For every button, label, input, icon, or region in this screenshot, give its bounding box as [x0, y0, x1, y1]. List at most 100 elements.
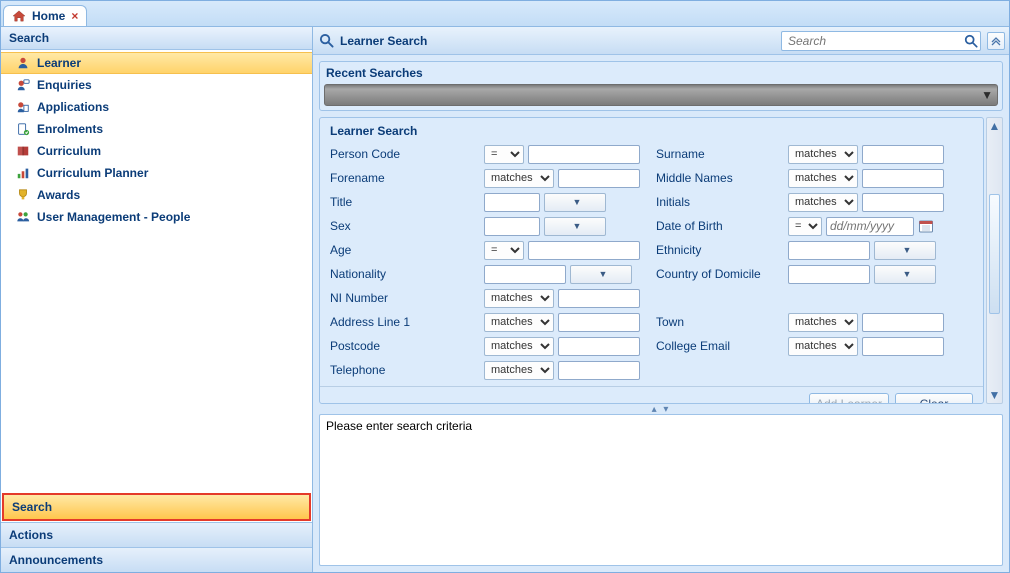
recent-searches-label: Recent Searches	[324, 66, 998, 84]
scroll-down-icon[interactable]: ▼	[987, 387, 1002, 403]
surname-label: Surname	[648, 147, 784, 161]
sidebar-item-label: Curriculum Planner	[37, 166, 148, 180]
title-lookup[interactable]: ▼	[544, 193, 606, 212]
tab-home-label: Home	[32, 9, 65, 23]
surname-op[interactable]: matches	[788, 145, 858, 164]
ni-number-op[interactable]: matches	[484, 289, 554, 308]
nationality-lookup[interactable]: ▼	[570, 265, 632, 284]
sidebar-item-enrolments[interactable]: Enrolments	[1, 118, 312, 140]
forename-label: Forename	[330, 171, 480, 185]
town-op[interactable]: matches	[788, 313, 858, 332]
address-line1-op[interactable]: matches	[484, 313, 554, 332]
home-icon	[12, 10, 26, 22]
town-label: Town	[648, 315, 784, 329]
sidebar-item-curriculum-planner[interactable]: Curriculum Planner	[1, 162, 312, 184]
college-email-label: College Email	[648, 339, 784, 353]
sidebar-item-label: Awards	[37, 188, 80, 202]
application-window: Home × Search Learner Enquiries Applicatio…	[0, 0, 1010, 573]
quick-search-go-icon[interactable]	[964, 34, 978, 48]
sidebar-item-applications[interactable]: Applications	[1, 96, 312, 118]
postcode-label: Postcode	[330, 339, 480, 353]
person-code-op[interactable]: =	[484, 145, 524, 164]
chevron-down-icon: ▼	[903, 245, 912, 255]
accordion: Search Actions Announcements	[1, 492, 312, 572]
sidebar-item-enquiries[interactable]: Enquiries	[1, 74, 312, 96]
recent-searches-dropdown[interactable]: ▼	[324, 84, 998, 106]
nationality-field[interactable]	[484, 265, 566, 284]
initials-op[interactable]: matches	[788, 193, 858, 212]
forename-field[interactable]	[558, 169, 640, 188]
accordion-announcements[interactable]: Announcements	[1, 547, 312, 572]
scroll-thumb[interactable]	[989, 194, 1000, 314]
address-line1-field[interactable]	[558, 313, 640, 332]
award-icon	[15, 187, 31, 203]
telephone-op[interactable]: matches	[484, 361, 554, 380]
town-field[interactable]	[862, 313, 944, 332]
sidebar-item-user-management[interactable]: User Management - People	[1, 206, 312, 228]
recent-searches-panel: Recent Searches ▼	[319, 61, 1003, 111]
chevron-down-icon: ▼	[573, 197, 582, 207]
add-learner-button[interactable]: Add Learner	[809, 393, 889, 404]
forename-op[interactable]: matches	[484, 169, 554, 188]
accordion-search[interactable]: Search	[2, 493, 311, 521]
sidebar-item-awards[interactable]: Awards	[1, 184, 312, 206]
sex-lookup[interactable]: ▼	[544, 217, 606, 236]
telephone-label: Telephone	[330, 363, 480, 377]
age-field[interactable]	[528, 241, 640, 260]
chevron-down-icon: ▼	[573, 221, 582, 231]
tab-close-icon[interactable]: ×	[71, 9, 78, 23]
ethnicity-field[interactable]	[788, 241, 870, 260]
sidebar-item-label: Learner	[37, 56, 81, 70]
dob-op[interactable]: =	[788, 217, 822, 236]
criteria-panel: Learner Search Person Code = Surname mat…	[319, 117, 984, 404]
book-icon	[15, 143, 31, 159]
splitter-handle[interactable]: ▴ ▾	[313, 404, 1009, 414]
sidebar-item-label: Curriculum	[37, 144, 101, 158]
title-field[interactable]	[484, 193, 540, 212]
ni-number-field[interactable]	[558, 289, 640, 308]
criteria-group-label: Learner Search	[320, 118, 983, 140]
tab-home[interactable]: Home ×	[3, 5, 87, 26]
title-label: Title	[330, 195, 480, 209]
clear-button[interactable]: Clear	[895, 393, 973, 404]
collapse-toggle-icon[interactable]	[987, 32, 1005, 50]
quick-search[interactable]	[781, 31, 981, 51]
college-email-op[interactable]: matches	[788, 337, 858, 356]
ethnicity-lookup[interactable]: ▼	[874, 241, 936, 260]
chevron-down-icon: ▼	[599, 269, 608, 279]
sidebar-item-curriculum[interactable]: Curriculum	[1, 140, 312, 162]
initials-label: Initials	[648, 195, 784, 209]
telephone-field[interactable]	[558, 361, 640, 380]
accordion-actions[interactable]: Actions	[1, 522, 312, 547]
dob-field[interactable]	[826, 217, 914, 236]
country-field[interactable]	[788, 265, 870, 284]
content-area: Learner Search Recent Searches ▼	[313, 27, 1009, 572]
left-panel: Search Learner Enquiries Applications Enrol…	[1, 27, 313, 572]
postcode-op[interactable]: matches	[484, 337, 554, 356]
sidebar-item-learner[interactable]: Learner	[1, 52, 312, 74]
sex-field[interactable]	[484, 217, 540, 236]
criteria-scrollbar[interactable]: ▲ ▼	[986, 117, 1003, 404]
chevron-down-icon: ▼	[903, 269, 912, 279]
calendar-icon[interactable]	[918, 218, 934, 234]
surname-field[interactable]	[862, 145, 944, 164]
ethnicity-label: Ethnicity	[648, 243, 784, 257]
middle-names-field[interactable]	[862, 169, 944, 188]
tab-bar: Home ×	[1, 1, 1009, 27]
criteria-buttons: Add Learner Clear	[320, 386, 983, 404]
scroll-up-icon[interactable]: ▲	[987, 118, 1002, 134]
college-email-field[interactable]	[862, 337, 944, 356]
scroll-track[interactable]	[987, 134, 1002, 387]
postcode-field[interactable]	[558, 337, 640, 356]
sidebar-item-label: Applications	[37, 100, 109, 114]
ni-number-label: NI Number	[330, 291, 480, 305]
dob-label: Date of Birth	[648, 219, 784, 233]
middle-names-op[interactable]: matches	[788, 169, 858, 188]
content-title: Learner Search	[340, 34, 427, 48]
age-op[interactable]: =	[484, 241, 524, 260]
person-code-field[interactable]	[528, 145, 640, 164]
sidebar-item-label: Enrolments	[37, 122, 103, 136]
initials-field[interactable]	[862, 193, 944, 212]
country-lookup[interactable]: ▼	[874, 265, 936, 284]
quick-search-input[interactable]	[786, 33, 964, 49]
